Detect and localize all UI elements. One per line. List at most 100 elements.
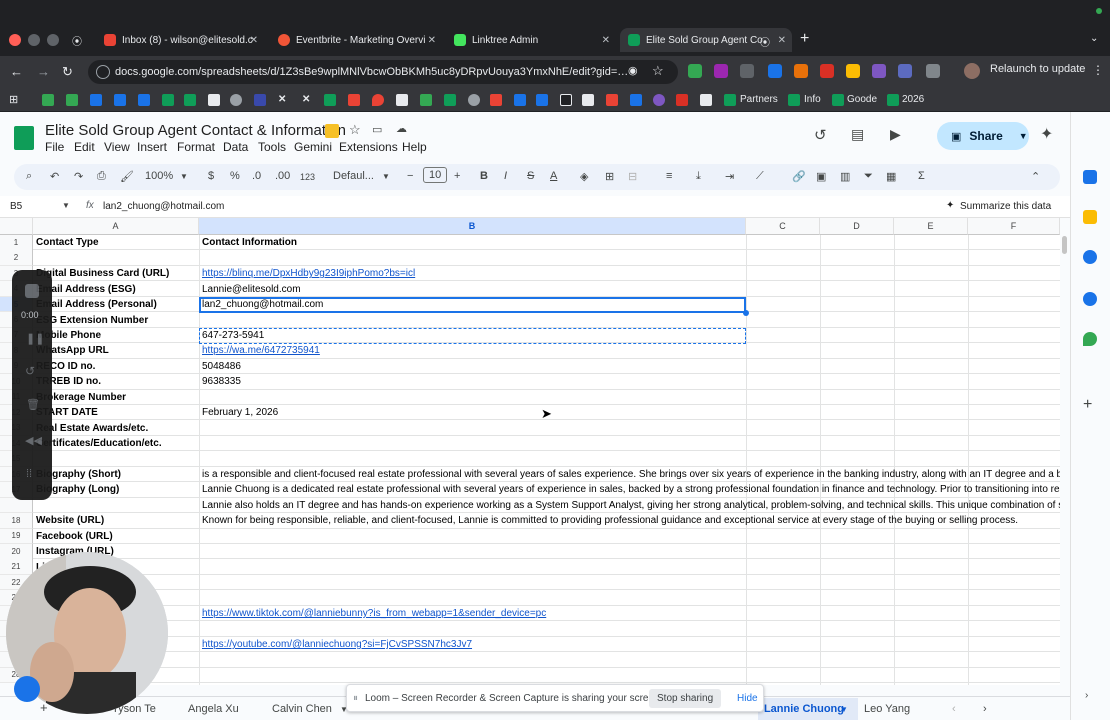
bookmark-icon[interactable] bbox=[114, 94, 126, 106]
extension-yellow-icon[interactable] bbox=[846, 64, 860, 78]
bookmark-x-icon[interactable]: ✕ bbox=[302, 94, 310, 105]
drag-handle-icon[interactable]: ⏸ bbox=[353, 693, 358, 704]
cell-contact-type[interactable]: Contact Type bbox=[33, 235, 199, 251]
extension-dots-icon[interactable] bbox=[740, 64, 754, 78]
sheet-tab-leo-yang[interactable]: Leo Yang bbox=[864, 703, 910, 715]
menu-edit[interactable]: Edit bbox=[74, 140, 95, 154]
name-box[interactable]: B5 bbox=[10, 201, 22, 212]
cell-contact-info[interactable] bbox=[199, 559, 1060, 575]
select-all-corner[interactable] bbox=[0, 218, 33, 235]
bookmark-icon[interactable] bbox=[700, 94, 712, 106]
forward-arrow-icon[interactable]: → bbox=[37, 64, 50, 79]
undo-icon[interactable]: ↶ bbox=[50, 170, 59, 183]
bold-icon[interactable]: B bbox=[480, 170, 488, 182]
calendar-icon[interactable] bbox=[1083, 170, 1097, 184]
fill-handle[interactable] bbox=[743, 310, 749, 316]
browser-tab-linktree[interactable]: Linktree Admin ✕ bbox=[446, 28, 616, 52]
minimize-window-button[interactable] bbox=[28, 34, 40, 46]
extension-red-icon[interactable] bbox=[820, 64, 834, 78]
column-header-f[interactable]: F bbox=[968, 218, 1060, 235]
apps-grid-icon[interactable]: ⊞ bbox=[9, 93, 18, 106]
browser-tab-gmail[interactable]: Inbox (8) - wilson@elitesold.c ✕ bbox=[96, 28, 264, 52]
cell-contact-info[interactable]: Contact Information bbox=[199, 235, 1060, 251]
menu-help[interactable]: Help bbox=[402, 140, 427, 154]
sheet-tab-angela-xu[interactable]: Angela Xu bbox=[188, 703, 239, 715]
close-tab-icon[interactable]: ✕ bbox=[778, 35, 786, 46]
cell-contact-type[interactable]: Email Address (ESG) bbox=[33, 281, 199, 297]
bookmark-icon[interactable] bbox=[90, 94, 102, 106]
text-rotation-icon[interactable]: ⟋ bbox=[756, 170, 764, 183]
collapse-icon[interactable]: ◀◀ bbox=[25, 434, 42, 447]
loom-record-button[interactable] bbox=[14, 676, 40, 702]
stop-recording-icon[interactable] bbox=[25, 284, 39, 298]
bookmark-icon[interactable] bbox=[582, 94, 594, 106]
tasks-icon[interactable] bbox=[1083, 250, 1097, 264]
sheets-logo-icon[interactable] bbox=[14, 126, 34, 150]
bookmark-icon[interactable] bbox=[514, 94, 526, 106]
cell-contact-type[interactable]: Biography (Short) bbox=[33, 467, 199, 483]
vertical-align-icon[interactable]: ⤓ bbox=[696, 170, 701, 183]
sheets-bookmark-icon[interactable] bbox=[788, 94, 800, 106]
bookmark-icon[interactable] bbox=[420, 94, 432, 106]
cell-contact-info[interactable] bbox=[199, 436, 1060, 452]
bookmark-icon[interactable] bbox=[560, 94, 572, 106]
cell-contact-info[interactable] bbox=[199, 544, 1060, 560]
delete-icon[interactable]: 🗑 bbox=[26, 398, 40, 411]
column-header-e[interactable]: E bbox=[894, 218, 968, 235]
bookmark-icon[interactable] bbox=[42, 94, 54, 106]
cell-contact-info[interactable]: February 1, 2026 bbox=[199, 405, 1060, 421]
restart-icon[interactable]: ↺ bbox=[25, 364, 35, 378]
bookmark-goode[interactable]: Goode bbox=[847, 94, 877, 105]
site-info-icon[interactable] bbox=[96, 65, 110, 79]
tab-search-chevron-icon[interactable]: ⌄ bbox=[1090, 33, 1098, 44]
cell-contact-info[interactable] bbox=[199, 668, 1060, 684]
merge-cells-icon[interactable]: ⊟ bbox=[628, 170, 637, 183]
bookmark-icon[interactable] bbox=[66, 94, 78, 106]
cell-contact-info[interactable] bbox=[199, 420, 1060, 436]
bookmark-icon[interactable] bbox=[606, 94, 618, 106]
bookmark-icon[interactable] bbox=[468, 94, 480, 106]
bookmark-icon[interactable] bbox=[254, 94, 266, 106]
cell-contact-type[interactable]: Website (URL) bbox=[33, 513, 199, 529]
filter-views-icon[interactable]: ▦ bbox=[886, 170, 896, 183]
print-icon[interactable]: ⎙ bbox=[97, 170, 106, 183]
stop-sharing-button[interactable]: Stop sharing bbox=[649, 689, 722, 708]
paint-format-icon[interactable]: 🖌 bbox=[120, 170, 134, 183]
formula-input[interactable]: lan2_chuong@hotmail.com bbox=[103, 201, 224, 212]
bookmark-icon[interactable] bbox=[676, 94, 688, 106]
menu-tools[interactable]: Tools bbox=[258, 140, 286, 154]
increase-font-size-icon[interactable]: + bbox=[454, 170, 460, 182]
maximize-window-button[interactable] bbox=[47, 34, 59, 46]
extensions-puzzle-icon[interactable] bbox=[926, 64, 940, 78]
relaunch-button[interactable]: Relaunch to update bbox=[990, 63, 1085, 75]
cell-link[interactable]: https://wa.me/6472735941 bbox=[199, 343, 1060, 359]
cell-contact-info[interactable] bbox=[199, 590, 1060, 606]
menu-extensions[interactable]: Extensions bbox=[339, 140, 398, 154]
cell-contact-info[interactable] bbox=[199, 652, 1060, 668]
insert-link-icon[interactable]: 🔗 bbox=[792, 170, 806, 183]
comments-icon[interactable]: ▤ bbox=[851, 126, 864, 143]
cell-contact-info[interactable]: 5048486 bbox=[199, 359, 1060, 375]
pause-icon[interactable]: ❚❚ bbox=[26, 332, 44, 345]
text-wrapping-icon[interactable]: ⇥ bbox=[725, 170, 734, 183]
cell-contact-info[interactable] bbox=[199, 390, 1060, 406]
chevron-down-icon[interactable]: ▼ bbox=[1019, 131, 1028, 141]
bookmark-icon[interactable] bbox=[490, 94, 502, 106]
bookmark-icon[interactable] bbox=[162, 94, 174, 106]
extension-blue-icon[interactable] bbox=[768, 64, 782, 78]
browser-tab-sheets[interactable]: Elite Sold Group Agent Co ⦿ ✕ bbox=[620, 28, 792, 52]
insert-chart-icon[interactable]: ▥ bbox=[840, 170, 850, 183]
move-folder-icon[interactable]: ▭ bbox=[372, 123, 382, 136]
increase-decimal-button[interactable]: .00 bbox=[275, 170, 290, 182]
cell-contact-info[interactable] bbox=[199, 621, 1060, 637]
maps-icon[interactable] bbox=[1083, 332, 1097, 346]
cell-contact-type[interactable]: Brokerage Number bbox=[33, 390, 199, 406]
bookmark-icon[interactable] bbox=[324, 94, 336, 106]
cell-contact-info[interactable] bbox=[199, 250, 1060, 266]
menu-insert[interactable]: Insert bbox=[137, 140, 167, 154]
show-side-panel-icon[interactable]: › bbox=[1085, 690, 1088, 701]
italic-icon[interactable]: I bbox=[504, 170, 507, 182]
hide-eye-icon[interactable]: ◉ bbox=[628, 64, 638, 77]
menu-file[interactable]: File bbox=[45, 140, 64, 154]
close-tab-icon[interactable]: ✕ bbox=[250, 35, 258, 46]
